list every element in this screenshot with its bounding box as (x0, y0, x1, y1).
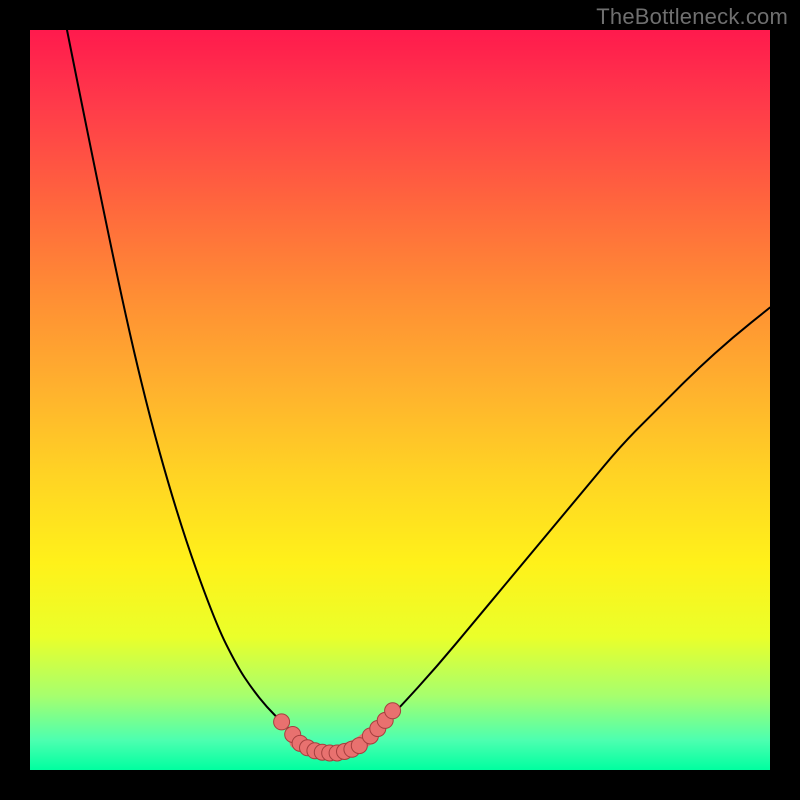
curve-right-branch (363, 308, 770, 742)
attribution-text: TheBottleneck.com (596, 4, 788, 30)
curve-left-branch (67, 30, 311, 742)
chart-frame: TheBottleneck.com (0, 0, 800, 800)
curve-layer (30, 30, 770, 770)
marker-point (385, 703, 401, 719)
marker-point (274, 714, 290, 730)
plot-area (30, 30, 770, 770)
